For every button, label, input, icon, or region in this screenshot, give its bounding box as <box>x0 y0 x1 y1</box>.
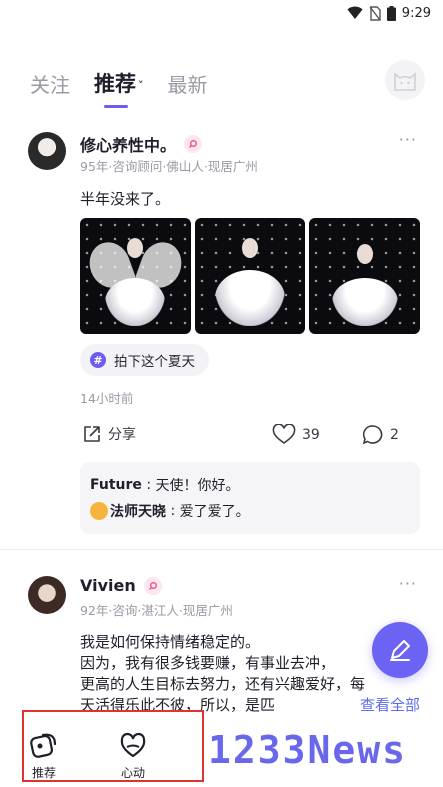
comment-line: Future : 天使！你好。 <box>90 477 240 494</box>
status-time: 9:29 <box>401 5 431 21</box>
username-text: 修心养性中。 <box>80 136 177 155</box>
post-divider <box>0 549 443 550</box>
post-text-line: 因为，我有很多钱要赚，有事业去冲， <box>80 654 336 672</box>
tab-recommend[interactable]: 推荐 ˅ <box>94 68 144 108</box>
top-tab-bar: 关注 推荐 ˅ 最新 <box>30 58 425 108</box>
post-text: 半年没来了。 <box>80 190 171 208</box>
share-button[interactable]: 分享 <box>82 424 136 444</box>
post-timestamp: 14小时前 <box>80 391 134 406</box>
like-count: 39 <box>302 426 320 443</box>
status-bar: 9:29 <box>0 0 443 26</box>
watermark: 1233News <box>208 728 408 772</box>
post-meta: 92年·咨询·湛江人·现居广州 <box>80 603 233 618</box>
compose-button[interactable] <box>372 622 428 678</box>
profile-avatar-button[interactable] <box>385 60 425 100</box>
comment-text: 天使！你好。 <box>155 478 240 494</box>
comment-author: 法师天晓 <box>110 504 166 520</box>
tab-latest[interactable]: 最新 <box>168 69 208 98</box>
heart-icon <box>272 424 296 444</box>
search-badge-icon <box>143 576 162 595</box>
post-meta: 95年·咨询顾问·佛山人·现居广州 <box>80 159 258 174</box>
wifi-icon <box>347 6 363 19</box>
post-photo[interactable] <box>309 218 421 334</box>
comment-count: 2 <box>390 426 399 443</box>
battery-icon <box>386 5 396 21</box>
post-username[interactable]: Vivien <box>80 576 162 595</box>
hashtag-icon: # <box>90 352 106 368</box>
comment-button[interactable]: 2 <box>362 424 399 445</box>
share-icon <box>84 426 100 442</box>
post-text: 我是如何保持情绪稳定的。 因为，我有很多钱要赚，有事业去冲， 更高的人生目标去努… <box>80 632 420 716</box>
post-text-line: 更高的人生目标去努力，还有兴趣爱好，每 <box>80 675 366 693</box>
chevron-down-icon: ˅ <box>138 78 144 92</box>
comment-author: Future <box>90 477 142 493</box>
tiger-emoji-icon <box>90 502 108 520</box>
post-text-line: 我是如何保持情绪稳定的。 <box>80 633 261 651</box>
comment-preview[interactable]: Future : 天使！你好。 法师天晓 : 爱了爱了。 <box>80 462 420 534</box>
photo-grid <box>80 218 421 334</box>
comment-line: 法师天晓 : 爱了爱了。 <box>90 498 410 524</box>
more-options-icon[interactable]: ··· <box>399 574 417 593</box>
user-avatar[interactable] <box>28 576 66 614</box>
like-button[interactable]: 39 <box>272 424 320 445</box>
more-options-icon[interactable]: ··· <box>399 130 417 149</box>
tab-recommend-label: 推荐 <box>94 72 136 96</box>
no-sim-icon <box>369 5 381 21</box>
comment-icon <box>362 425 383 445</box>
comment-text: 爱了爱了。 <box>179 504 250 520</box>
cat-avatar-icon <box>394 72 416 91</box>
post-actions: 分享 39 2 <box>80 424 420 448</box>
post-photo[interactable] <box>80 218 191 334</box>
user-avatar[interactable] <box>28 132 66 170</box>
topic-tag[interactable]: # 拍下这个夏天 <box>80 344 209 376</box>
topic-label: 拍下这个夏天 <box>114 354 195 370</box>
pen-icon <box>390 640 410 661</box>
tab-following[interactable]: 关注 <box>30 69 70 98</box>
post-photo[interactable] <box>194 218 306 334</box>
highlight-box <box>22 710 204 782</box>
post-username[interactable]: 修心养性中。 <box>80 132 203 156</box>
username-text: Vivien <box>80 576 136 595</box>
share-label: 分享 <box>108 427 136 443</box>
search-badge-icon <box>184 135 203 153</box>
